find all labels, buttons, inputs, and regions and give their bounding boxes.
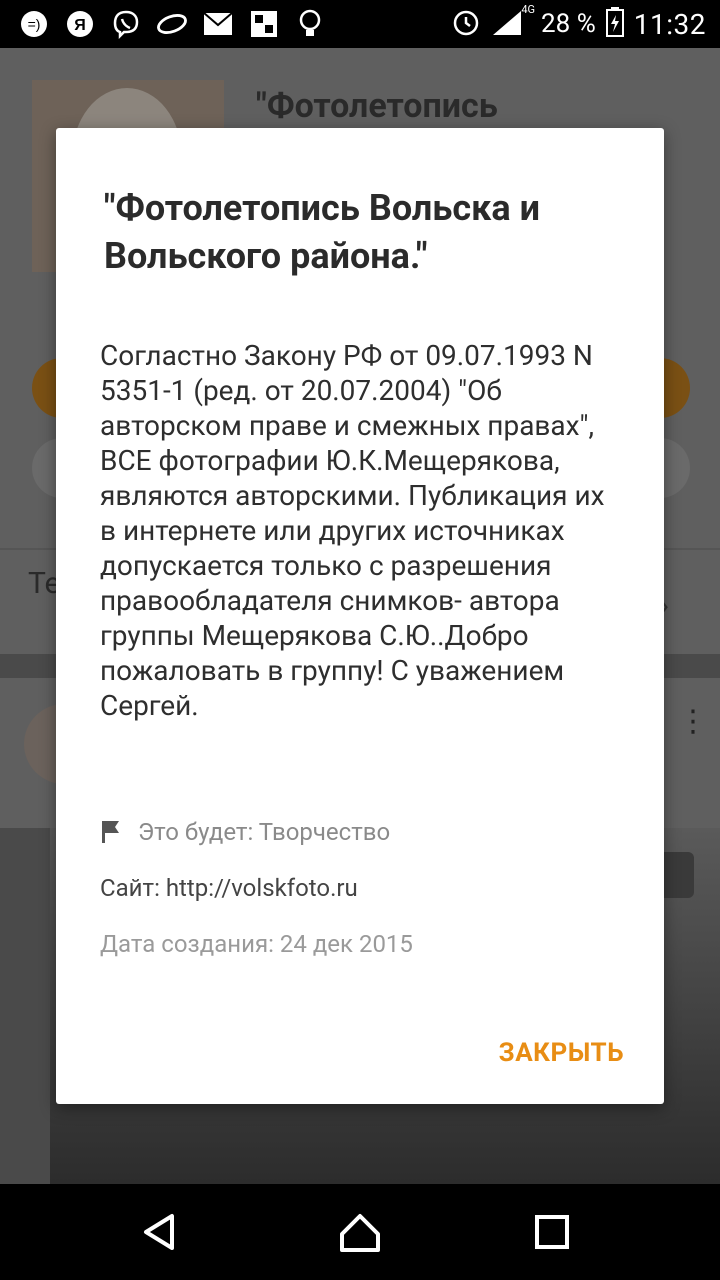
photo-edge-strip xyxy=(0,828,50,1184)
svg-text:Я: Я xyxy=(74,17,86,34)
dialog-created-date: Дата создания: 24 дек 2015 xyxy=(100,930,413,958)
group-info-dialog: "Фотолетопись Вольска и Вольского района… xyxy=(56,128,664,1104)
status-bar: =) Я 4G 28 % 11:32 xyxy=(0,0,720,48)
flag-icon xyxy=(102,821,119,843)
bulb-icon xyxy=(294,8,326,40)
dialog-title: "Фотолетопись Вольска и Вольского района… xyxy=(104,187,540,277)
dialog-description: Согластно Закону РФ от 09.07.1993 N 5351… xyxy=(100,339,605,722)
system-status: 4G 28 % 11:32 xyxy=(451,0,706,48)
close-button[interactable]: ЗАКРЫТЬ xyxy=(499,1038,624,1068)
back-icon[interactable] xyxy=(130,1202,190,1262)
mail-icon xyxy=(202,8,234,40)
gallery-icon xyxy=(248,8,280,40)
clock: 11:32 xyxy=(633,7,706,41)
join-button-edge xyxy=(660,358,690,418)
signal-icon: 4G xyxy=(491,3,535,41)
viber-icon xyxy=(110,8,142,40)
category-text: Это будет: Творчество xyxy=(138,818,391,846)
recents-icon[interactable] xyxy=(522,1202,582,1262)
group-title: "Фотолетопись xyxy=(256,86,498,126)
dialog-site[interactable]: Сайт: http://volskfoto.ru xyxy=(100,874,358,902)
navigation-bar xyxy=(0,1184,720,1280)
secondary-button-edge xyxy=(660,438,690,498)
network-type: 4G xyxy=(521,3,536,16)
notification-icons: =) Я xyxy=(18,8,340,40)
svg-text:=): =) xyxy=(28,16,41,32)
browser-icon xyxy=(156,8,188,40)
battery-icon xyxy=(605,7,624,41)
kebab-menu-icon: ⋮ xyxy=(678,704,708,739)
home-icon[interactable] xyxy=(330,1202,390,1262)
yandex-icon: Я xyxy=(64,8,96,40)
alarm-icon xyxy=(451,7,481,41)
battery-percent: 28 % xyxy=(541,9,596,39)
dialog-category: Это будет: Творчество xyxy=(100,818,390,846)
messenger-icon: =) xyxy=(18,8,50,40)
